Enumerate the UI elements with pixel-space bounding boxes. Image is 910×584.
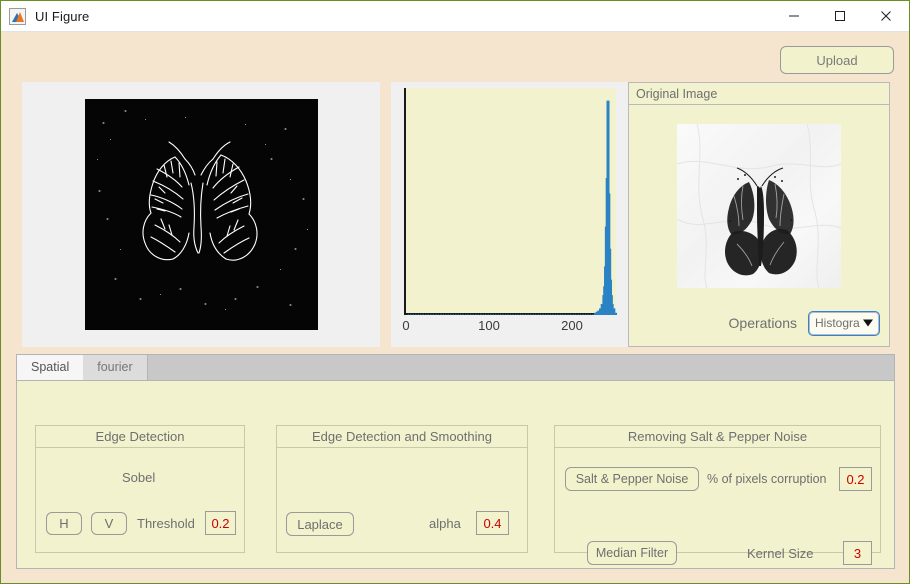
- histogram-plot: [404, 88, 618, 315]
- threshold-input[interactable]: 0.2: [205, 511, 236, 535]
- minimize-icon[interactable]: [771, 1, 817, 32]
- tab-fourier[interactable]: fourier: [83, 355, 148, 381]
- panel-salt-pepper: Removing Salt & Pepper Noise Salt & Pepp…: [554, 425, 881, 565]
- tab-strip: Spatial fourier: [16, 354, 895, 381]
- upload-button[interactable]: Upload: [780, 46, 894, 74]
- sobel-h-button[interactable]: H: [46, 512, 82, 535]
- corruption-label: % of pixels corruption: [707, 472, 827, 486]
- tab-strip-filler: [147, 355, 894, 380]
- threshold-label: Threshold: [137, 516, 195, 531]
- original-image: [677, 123, 841, 288]
- original-image-title: Original Image: [629, 83, 889, 105]
- tab-panel-spatial: Edge Detection Sobel H V Threshold 0.2 E…: [16, 380, 895, 569]
- window-controls: [771, 1, 909, 32]
- tab-spatial[interactable]: Spatial: [17, 355, 84, 381]
- tab-group: Spatial fourier Edge Detection Sobel H V…: [16, 354, 895, 569]
- histogram-x-ticks: 0 100 200: [402, 318, 616, 338]
- original-image-panel: Original Image Operations Histogra: [628, 82, 890, 347]
- panel-edge-detection: Edge Detection Sobel H V Threshold 0.2: [35, 425, 245, 553]
- maximize-icon[interactable]: [817, 1, 863, 32]
- alpha-label: alpha: [429, 516, 461, 531]
- title-bar: UI Figure: [1, 1, 909, 32]
- operations-dropdown-value: Histogra: [815, 316, 860, 330]
- panel-salt-pepper-title: Removing Salt & Pepper Noise: [555, 426, 880, 448]
- corruption-input[interactable]: 0.2: [839, 467, 872, 491]
- median-filter-button[interactable]: Median Filter: [587, 541, 677, 565]
- laplace-button[interactable]: Laplace: [286, 512, 354, 536]
- close-icon[interactable]: [863, 1, 909, 32]
- histogram-axes: 0 100 200: [391, 82, 629, 347]
- matlab-icon: [9, 7, 26, 25]
- kernel-size-input[interactable]: 3: [843, 541, 872, 565]
- edge-image-axes: [22, 82, 380, 347]
- panel-edge-detection-title: Edge Detection: [36, 426, 244, 448]
- original-image-axes: [635, 112, 883, 299]
- sobel-label: Sobel: [122, 470, 156, 485]
- operations-label: Operations: [728, 315, 797, 331]
- panel-edge-smoothing-title: Edge Detection and Smoothing: [277, 426, 527, 448]
- x-tick-200: 200: [561, 318, 583, 333]
- salt-pepper-noise-button[interactable]: Salt & Pepper Noise: [565, 467, 699, 491]
- alpha-input[interactable]: 0.4: [476, 511, 509, 535]
- panel-edge-smoothing: Edge Detection and Smoothing Laplace alp…: [276, 425, 528, 553]
- window-title: UI Figure: [35, 8, 90, 24]
- operations-dropdown[interactable]: Histogra: [808, 310, 880, 336]
- x-tick-0: 0: [402, 318, 410, 333]
- x-tick-100: 100: [478, 318, 500, 333]
- edge-detected-image: [84, 99, 318, 330]
- ui-figure-window: UI Figure Upload 0 100 200 Original Imag…: [0, 0, 910, 584]
- sobel-v-button[interactable]: V: [91, 512, 127, 535]
- operations-row: Operations Histogra: [629, 308, 889, 338]
- kernel-size-label: Kernel Size: [747, 546, 814, 561]
- chevron-down-icon: [863, 319, 873, 327]
